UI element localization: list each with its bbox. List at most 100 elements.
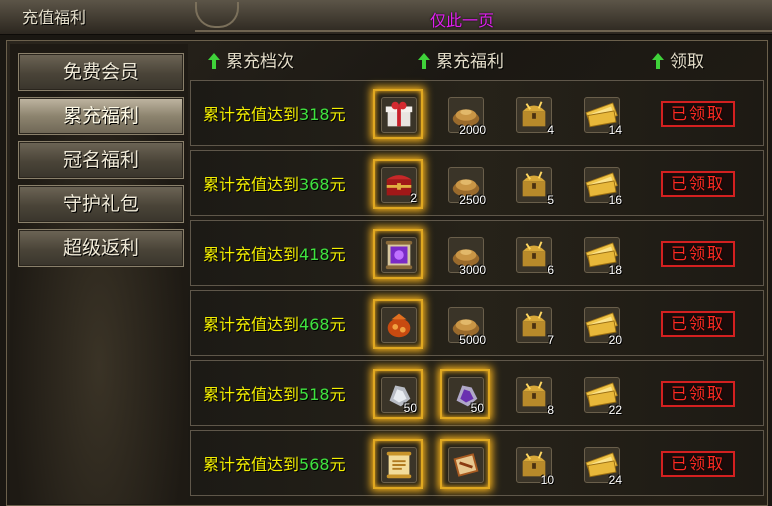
item-quantity: 14 — [608, 123, 622, 137]
table-header: 累充档次 累充福利 领取 — [190, 44, 764, 72]
reward-slot[interactable] — [373, 299, 423, 349]
claimed-button[interactable]: 已领取 — [661, 241, 735, 267]
requirement-prefix: 累计充值达到 — [203, 315, 300, 334]
reward-slot[interactable]: 20 — [576, 299, 626, 349]
header-tier: 累充档次 — [208, 47, 294, 72]
window-title: 充值福利 — [22, 8, 87, 27]
requirement-unit: 元 — [329, 315, 346, 334]
requirement-text: 累计充值达到568元 — [203, 451, 346, 475]
requirement-amount: 568 — [299, 455, 330, 474]
item-quantity: 50 — [403, 401, 417, 415]
claimed-button[interactable]: 已领取 — [661, 171, 735, 197]
reward-slot[interactable]: 5000 — [440, 299, 490, 349]
reward-slot[interactable]: 2500 — [440, 159, 490, 209]
item-quantity: 50 — [470, 401, 484, 415]
reward-slot[interactable]: 6 — [508, 229, 558, 279]
reward-row: 累计充值达到368元 2 2500 5 16 已领取 — [190, 150, 764, 216]
reward-slot[interactable]: 5 — [508, 159, 558, 209]
requirement-prefix: 累计充值达到 — [203, 175, 300, 194]
requirement-prefix: 累计充值达到 — [203, 385, 300, 404]
item-quantity: 10 — [540, 473, 554, 487]
reward-slot[interactable]: 2000 — [440, 89, 490, 139]
item-quantity: 7 — [547, 333, 554, 347]
requirement-unit: 元 — [329, 105, 346, 124]
green-up-arrow-icon — [652, 53, 664, 69]
nav-super-rebate[interactable]: 超级返利 — [18, 229, 184, 267]
requirement-text: 累计充值达到518元 — [203, 381, 346, 405]
reward-slot[interactable]: 18 — [576, 229, 626, 279]
item-quantity: 2 — [410, 191, 417, 205]
reward-slot[interactable]: 16 — [576, 159, 626, 209]
green-up-arrow-icon — [208, 53, 220, 69]
header-claim: 领取 — [652, 47, 704, 72]
requirement-text: 累计充值达到318元 — [203, 101, 346, 125]
reward-slot[interactable]: 50 — [440, 369, 490, 419]
reward-slot[interactable]: 22 — [576, 369, 626, 419]
header-rewards-label: 累充福利 — [436, 52, 504, 72]
reward-slot[interactable]: 8 — [508, 369, 558, 419]
nav-cumulative-recharge[interactable]: 累充福利 — [18, 97, 184, 135]
reward-row: 累计充值达到318元 2000 4 14 已领取 — [190, 80, 764, 146]
requirement-text: 累计充值达到368元 — [203, 171, 346, 195]
reward-slot[interactable] — [373, 229, 423, 279]
reward-slot[interactable]: 14 — [576, 89, 626, 139]
item-quantity: 6 — [547, 263, 554, 277]
requirement-prefix: 累计充值达到 — [203, 455, 300, 474]
reward-row: 累计充值达到568元 10 24 已领取 — [190, 430, 764, 496]
requirement-amount: 518 — [299, 385, 330, 404]
requirement-text: 累计充值达到468元 — [203, 311, 346, 335]
claimed-button[interactable]: 已领取 — [661, 311, 735, 337]
reward-slot[interactable] — [440, 439, 490, 489]
claimed-button[interactable]: 已领取 — [661, 101, 735, 127]
item-quantity: 22 — [608, 403, 622, 417]
purple-scroll-icon — [381, 237, 417, 273]
reward-slot[interactable]: 24 — [576, 439, 626, 489]
item-quantity: 3000 — [459, 263, 486, 277]
item-quantity: 4 — [547, 123, 554, 137]
requirement-amount: 418 — [299, 245, 330, 264]
reward-slot[interactable]: 7 — [508, 299, 558, 349]
requirement-unit: 元 — [329, 455, 346, 474]
reward-slot[interactable]: 10 — [508, 439, 558, 489]
claimed-button[interactable]: 已领取 — [661, 381, 735, 407]
item-quantity: 8 — [547, 403, 554, 417]
title-bar: 充值福利 仅此一页 — [0, 0, 772, 35]
reward-slot[interactable]: 2 — [373, 159, 423, 209]
reward-slot[interactable] — [373, 439, 423, 489]
skill-book-icon — [448, 447, 484, 483]
item-quantity: 5000 — [459, 333, 486, 347]
requirement-text: 累计充值达到418元 — [203, 241, 346, 265]
reward-slot[interactable]: 3000 — [440, 229, 490, 279]
nav-title-benefits[interactable]: 冠名福利 — [18, 141, 184, 179]
gold-scroll-icon — [381, 447, 417, 483]
green-up-arrow-icon — [418, 53, 430, 69]
nav-free-member[interactable]: 免费会员 — [18, 53, 184, 91]
item-quantity: 5 — [547, 193, 554, 207]
requirement-amount: 468 — [299, 315, 330, 334]
requirement-unit: 元 — [329, 385, 346, 404]
item-quantity: 2000 — [459, 123, 486, 137]
rewards-table: 累充档次 累充福利 领取 累计充值达到318元 2000 4 14 已领取 累计充值达到3… — [190, 44, 764, 504]
requirement-prefix: 累计充值达到 — [203, 105, 300, 124]
item-quantity: 16 — [608, 193, 622, 207]
item-quantity: 24 — [608, 473, 622, 487]
reward-row: 累计充值达到468元 5000 7 20 已领取 — [190, 290, 764, 356]
orange-pouch-icon — [381, 307, 417, 343]
reward-slot[interactable]: 50 — [373, 369, 423, 419]
item-quantity: 2500 — [459, 193, 486, 207]
header-tier-label: 累充档次 — [226, 52, 294, 72]
sidebar: 免费会员 累充福利 冠名福利 守护礼包 超级返利 — [10, 44, 188, 504]
nav-guardian-pack[interactable]: 守护礼包 — [18, 185, 184, 223]
reward-row: 累计充值达到518元 50 50 8 22 已领取 — [190, 360, 764, 426]
requirement-prefix: 累计充值达到 — [203, 245, 300, 264]
requirement-unit: 元 — [329, 175, 346, 194]
header-rewards: 累充福利 — [418, 47, 504, 72]
reward-slot[interactable] — [373, 89, 423, 139]
reward-slot[interactable]: 4 — [508, 89, 558, 139]
header-claim-label: 领取 — [670, 52, 704, 72]
requirement-amount: 368 — [299, 175, 330, 194]
page-indicator: 仅此一页 — [430, 11, 495, 30]
claimed-button[interactable]: 已领取 — [661, 451, 735, 477]
requirement-amount: 318 — [299, 105, 330, 124]
item-quantity: 20 — [608, 333, 622, 347]
